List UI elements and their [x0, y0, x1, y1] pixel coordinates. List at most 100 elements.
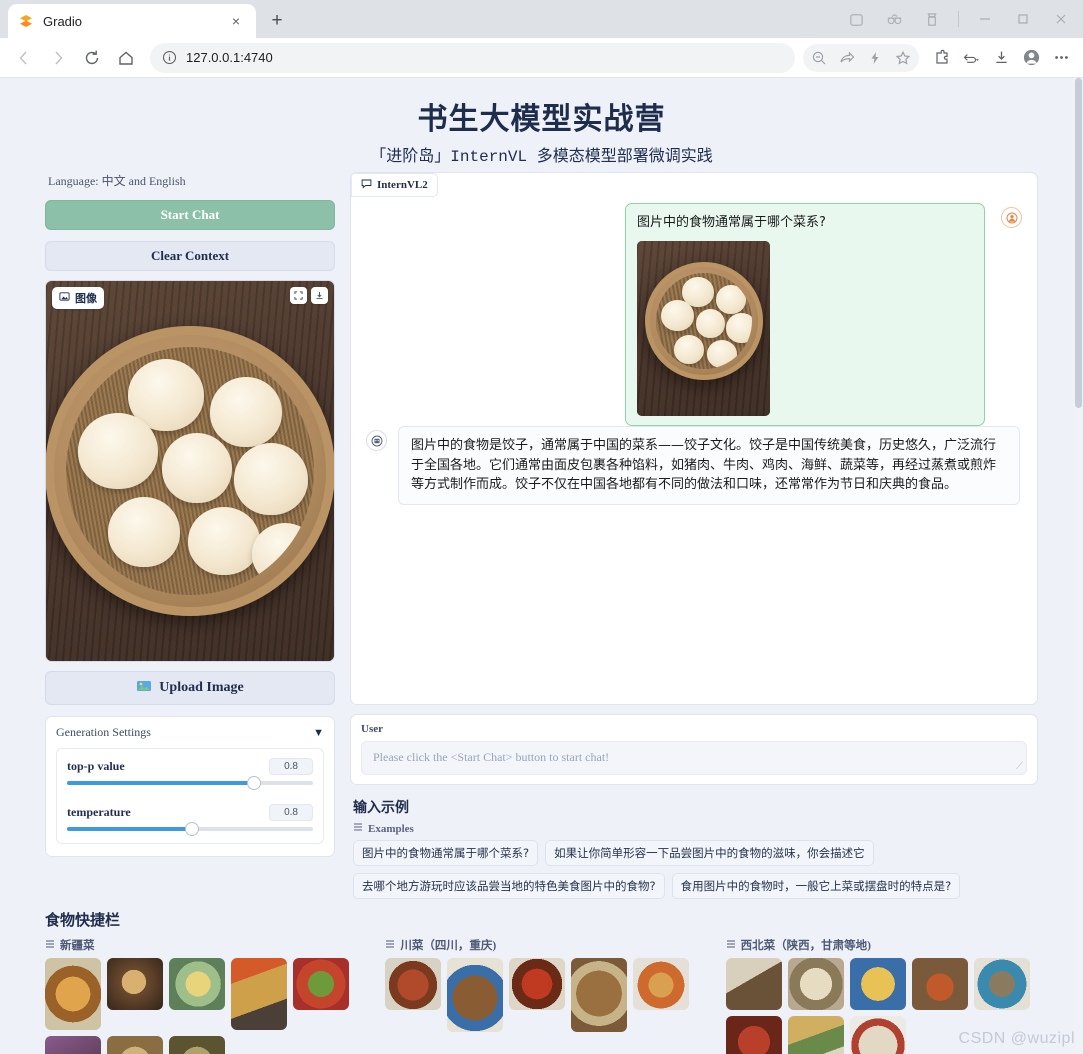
food-thumb[interactable]: [633, 958, 690, 1010]
fullscreen-icon[interactable]: [290, 287, 307, 304]
examples-label: Examples: [353, 822, 1038, 835]
user-message-bubble: 图片中的食物通常属于哪个菜系?: [625, 203, 985, 426]
page-scrollbar[interactable]: [1074, 78, 1083, 1054]
zoom-out-icon[interactable]: [805, 44, 833, 72]
food-thumb[interactable]: [571, 958, 628, 1032]
close-icon[interactable]: [1043, 3, 1079, 35]
lightning-icon[interactable]: [861, 44, 889, 72]
food-galleries: 新疆菜 川菜（四川，重庆) 西北菜（陕西，甘肃等地): [45, 937, 1038, 1054]
minimize-icon[interactable]: [967, 3, 1003, 35]
user-message-image[interactable]: [637, 240, 770, 416]
gallery-sichuan: 川菜（四川，重庆): [385, 937, 697, 1054]
more-icon[interactable]: [1047, 44, 1075, 72]
food-thumb[interactable]: [169, 1036, 225, 1054]
browser-tab[interactable]: Gradio ×: [8, 4, 256, 38]
download-icon[interactable]: [311, 287, 328, 304]
thumb-grid: [385, 958, 697, 1032]
temperature-slider[interactable]: [67, 822, 313, 836]
food-thumb[interactable]: [849, 1016, 906, 1054]
food-thumb[interactable]: [45, 1036, 101, 1054]
food-thumb[interactable]: [787, 958, 844, 1010]
food-thumb[interactable]: [169, 958, 225, 1010]
food-thumb[interactable]: [293, 958, 349, 1010]
example-chip[interactable]: 去哪个地方游玩时应该品尝当地的特色美食图片中的食物?: [353, 873, 665, 899]
home-button[interactable]: [110, 42, 142, 74]
temperature-value[interactable]: 0.8: [269, 804, 313, 821]
food-thumb[interactable]: [787, 1016, 844, 1054]
upload-image-button[interactable]: Upload Image: [45, 671, 335, 705]
chatbot-panel: InternVL2 图片中的食物通常属于哪个菜系? 图片中的食物是饺子，通常属于…: [350, 172, 1038, 705]
food-thumb[interactable]: [509, 958, 566, 1010]
url-text: 127.0.0.1:4740: [186, 50, 273, 65]
reload-button[interactable]: [76, 42, 108, 74]
user-input-panel: User Please click the <Start Chat> butto…: [350, 714, 1038, 785]
food-thumb[interactable]: [725, 1016, 782, 1054]
maximize-icon[interactable]: [1005, 3, 1041, 35]
example-chip[interactable]: 图片中的食物通常属于哪个菜系?: [353, 840, 539, 866]
gallery-label: 川菜（四川，重庆): [385, 937, 697, 953]
food-thumb[interactable]: [911, 958, 968, 1010]
top-p-slider[interactable]: [67, 776, 313, 790]
list-icon: [45, 939, 55, 952]
collections-icon[interactable]: [914, 3, 950, 35]
chatbot-label: InternVL2: [351, 173, 438, 197]
clear-context-button[interactable]: Clear Context: [45, 241, 335, 271]
temperature-row: temperature 0.8: [67, 804, 313, 821]
food-thumb[interactable]: [45, 958, 101, 1030]
share-icon[interactable]: [833, 44, 861, 72]
gallery-label: 新疆菜: [45, 937, 357, 953]
app-page: 书生大模型实战营 「进阶岛」InternVL 多模态模型部署微调实践 Langu…: [0, 78, 1083, 1054]
generation-settings-header[interactable]: Generation Settings ▼: [56, 725, 324, 740]
thumb-grid: [45, 958, 357, 1054]
list-icon: [726, 939, 736, 952]
examples-chip-list: 图片中的食物通常属于哪个菜系? 如果让你简单形容一下品尝图片中的食物的滋味，你会…: [350, 840, 1038, 899]
tab-close-icon[interactable]: ×: [226, 11, 246, 31]
food-thumb[interactable]: [107, 1036, 163, 1054]
image-preview-panel[interactable]: 图像: [45, 280, 335, 662]
steamer-weave: [66, 347, 314, 595]
food-thumb[interactable]: [725, 958, 782, 1010]
back-button[interactable]: [8, 42, 40, 74]
profile-icon[interactable]: [1017, 44, 1045, 72]
main-content: InternVL2 图片中的食物通常属于哪个菜系? 图片中的食物是饺子，通常属于…: [350, 172, 1038, 899]
star-icon[interactable]: [889, 44, 917, 72]
top-p-value[interactable]: 0.8: [269, 758, 313, 775]
address-bar[interactable]: 127.0.0.1:4740: [150, 42, 795, 73]
food-thumb[interactable]: [447, 958, 504, 1032]
history-icon[interactable]: [957, 44, 985, 72]
food-thumb[interactable]: [107, 958, 163, 1010]
food-thumb[interactable]: [973, 958, 1030, 1010]
food-shortcut-section: 食物快捷栏 新疆菜 川菜（四川，重庆) 西北菜（陕西，甘肃等地): [0, 899, 1083, 1054]
download-icon[interactable]: [987, 44, 1015, 72]
temperature-slider-handle[interactable]: [185, 822, 200, 836]
gallery-label-text: 川菜（四川，重庆): [400, 940, 497, 952]
food-thumb[interactable]: [849, 958, 906, 1010]
forward-button[interactable]: [42, 42, 74, 74]
extensions-icon[interactable]: [927, 44, 955, 72]
incognito-icon[interactable]: [876, 3, 912, 35]
gallery-label-text: 新疆菜: [60, 940, 95, 952]
app-header: 书生大模型实战营 「进阶岛」InternVL 多模态模型部署微调实践: [0, 78, 1083, 172]
gradio-logo-icon: [18, 13, 34, 29]
example-chip[interactable]: 如果让你简单形容一下品尝图片中的食物的滋味，你会描述它: [545, 840, 874, 866]
info-icon[interactable]: [162, 50, 177, 65]
examples-section-title: 输入示例: [353, 801, 409, 816]
tab-overview-icon[interactable]: [838, 3, 874, 35]
bot-message-bubble: 图片中的食物是饺子，通常属于中国的菜系——饺子文化。饺子是中国传统美食，历史悠久…: [398, 426, 1020, 505]
top-p-slider-handle[interactable]: [246, 776, 261, 790]
bot-avatar-icon: [366, 430, 387, 451]
start-chat-button[interactable]: Start Chat: [45, 200, 335, 230]
chatbot-label-text: InternVL2: [377, 179, 428, 191]
food-thumb[interactable]: [231, 958, 287, 1030]
new-tab-button[interactable]: +: [262, 6, 292, 36]
user-avatar-icon: [1001, 207, 1022, 228]
example-chip[interactable]: 食用图片中的食物时，一般它上菜或摆盘时的特点是?: [671, 873, 961, 899]
list-icon: [385, 939, 395, 952]
food-thumb[interactable]: [385, 958, 442, 1010]
chevron-down-icon[interactable]: ▼: [313, 727, 324, 739]
scrollbar-thumb[interactable]: [1075, 78, 1082, 408]
user-message-text: 图片中的食物通常属于哪个菜系?: [637, 215, 826, 230]
browser-titlebar: Gradio × +: [0, 0, 1083, 38]
resize-handle[interactable]: ⟋: [1016, 761, 1023, 772]
user-input-field[interactable]: Please click the <Start Chat> button to …: [361, 741, 1027, 775]
